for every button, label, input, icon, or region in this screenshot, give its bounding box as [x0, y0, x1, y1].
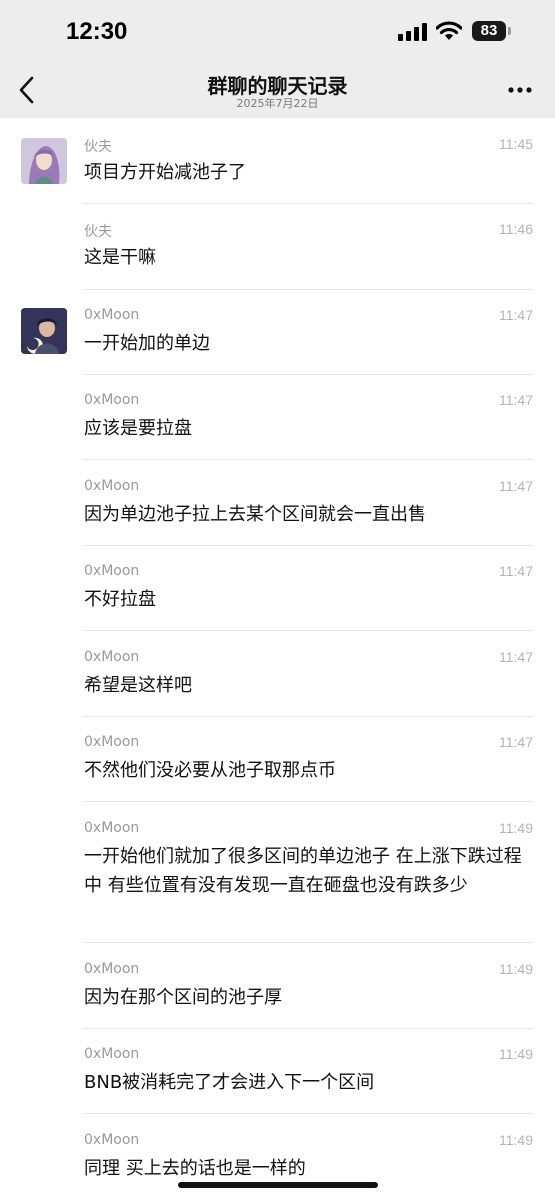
message-time: 11:49	[499, 1046, 533, 1062]
battery-level: 83	[472, 21, 506, 41]
wifi-icon	[436, 21, 462, 40]
status-time: 12:30	[66, 18, 128, 45]
divider	[84, 801, 533, 802]
message-text: 一开始加的单边	[84, 333, 210, 354]
sender-name: 0xMoon	[84, 307, 140, 323]
divider	[84, 203, 533, 204]
divider	[84, 942, 533, 943]
cellular-signal-icon	[398, 23, 427, 41]
message-text: 应该是要拉盘	[84, 418, 192, 439]
divider	[84, 545, 533, 546]
sender-name: 0xMoon	[84, 478, 140, 494]
message-time: 11:45	[499, 136, 533, 152]
sender-name: 0xMoon	[84, 563, 140, 579]
more-options-icon[interactable]	[505, 78, 535, 102]
message-time: 11:47	[499, 649, 533, 665]
message-time: 11:47	[499, 563, 533, 579]
message-text: 一开始他们就加了很多区间的单边池子 在上涨下跌过程中 有些位置有没有发现一直在砸…	[84, 846, 522, 896]
sender-name: 伙夫	[84, 139, 112, 155]
home-indicator[interactable]	[178, 1182, 378, 1188]
avatar[interactable]	[21, 138, 67, 184]
sender-name: 0xMoon	[84, 820, 140, 836]
moon-boy-avatar-icon	[21, 308, 67, 354]
divider	[84, 630, 533, 631]
divider	[84, 374, 533, 375]
message-text: 不好拉盘	[84, 589, 156, 610]
status-bar: 12:30 83	[0, 0, 555, 64]
sender-name: 0xMoon	[84, 734, 140, 750]
message-text: 因为在那个区间的池子厚	[84, 987, 282, 1008]
sender-name: 0xMoon	[84, 649, 140, 665]
message-text: 项目方开始减池子了	[84, 162, 246, 183]
message-text: BNB被消耗完了才会进入下一个区间	[84, 1072, 375, 1093]
sender-name: 0xMoon	[84, 961, 140, 977]
divider	[84, 1028, 533, 1029]
message-time: 11:47	[499, 478, 533, 494]
message-text: 因为单边池子拉上去某个区间就会一直出售	[84, 504, 426, 525]
message-time: 11:49	[499, 820, 533, 836]
sender-name: 0xMoon	[84, 1046, 140, 1062]
sender-name: 伙夫	[84, 224, 112, 240]
divider	[84, 459, 533, 460]
message-time: 11:47	[499, 307, 533, 323]
message-time: 11:46	[499, 221, 533, 237]
message-time: 11:49	[499, 961, 533, 977]
sender-name: 0xMoon	[84, 1132, 140, 1148]
divider	[84, 716, 533, 717]
message-time: 11:47	[499, 392, 533, 408]
message-time: 11:49	[499, 1132, 533, 1148]
message-text: 这是干嘛	[84, 247, 156, 268]
message-time: 11:47	[499, 734, 533, 750]
sender-name: 0xMoon	[84, 392, 140, 408]
message-text: 希望是这样吧	[84, 675, 192, 696]
page-subtitle: 2025年7月22日	[236, 97, 319, 110]
divider	[84, 289, 533, 290]
battery-tip	[508, 27, 511, 35]
anime-girl-avatar-icon	[21, 138, 67, 184]
message-text: 不然他们没必要从池子取那点币	[84, 760, 336, 781]
divider	[84, 1113, 533, 1114]
nav-bar: 群聊的聊天记录 2025年7月22日	[0, 64, 555, 118]
message-text: 同理 买上去的话也是一样的	[84, 1158, 306, 1179]
avatar[interactable]	[21, 308, 67, 354]
